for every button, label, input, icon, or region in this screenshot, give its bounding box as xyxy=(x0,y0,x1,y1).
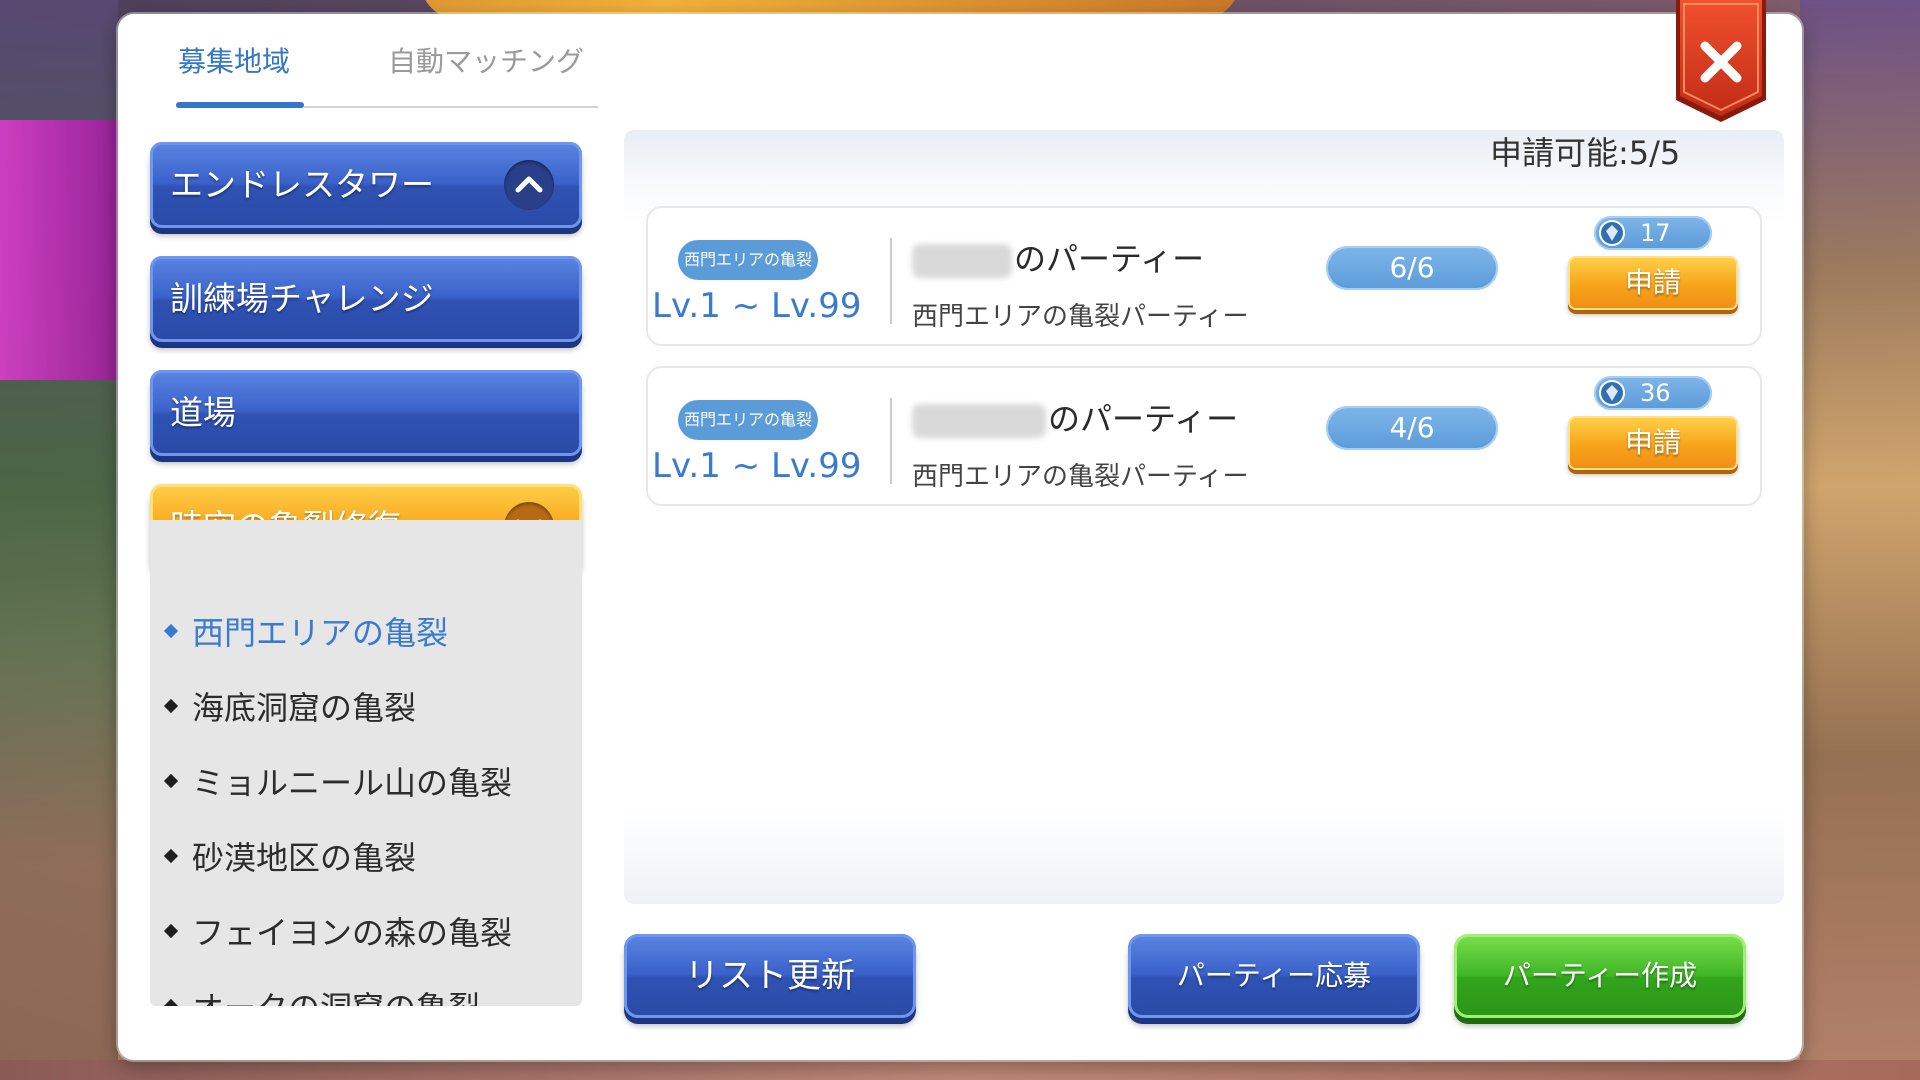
card-divider xyxy=(890,398,892,484)
apply-button[interactable]: 申請 xyxy=(1568,416,1738,470)
bullet-icon xyxy=(163,998,179,1006)
party-leader-name: のパーティー xyxy=(912,234,1204,280)
tab-recruit-area[interactable]: 募集地域 xyxy=(178,40,290,80)
sub-item-label: 海底洞窟の亀裂 xyxy=(192,689,417,727)
party-description: 西門エリアの亀裂パーティー xyxy=(912,462,1249,492)
leader-suffix: のパーティー xyxy=(1048,400,1239,438)
apply-count: 申請可能:5/5 xyxy=(1490,134,1681,172)
sub-item-list[interactable]: 西門エリアの亀裂 海底洞窟の亀裂 ミョルニール山の亀裂 砂漠地区の亀裂 フェイヨ… xyxy=(150,520,582,1006)
sub-item-undersea-cave[interactable]: 海底洞窟の亀裂 xyxy=(163,683,416,727)
power-badge: 17 xyxy=(1594,216,1712,250)
apply-button[interactable]: 申請 xyxy=(1568,256,1738,310)
sub-item-mjolnir[interactable]: ミョルニール山の亀裂 xyxy=(163,758,512,802)
category-label: 訓練場チャレンジ xyxy=(170,279,434,318)
power-value: 36 xyxy=(1640,379,1671,407)
blurred-leader-name xyxy=(912,244,1012,278)
bullet-icon xyxy=(163,623,179,639)
category-training-challenge[interactable]: 訓練場チャレンジ xyxy=(150,256,582,342)
bullet-icon xyxy=(163,848,179,864)
sub-item-label: オークの洞窟の亀裂 xyxy=(192,989,480,1006)
party-description: 西門エリアの亀裂パーティー xyxy=(912,302,1249,332)
sub-item-label: 西門エリアの亀裂 xyxy=(192,614,449,652)
blurred-leader-name xyxy=(912,404,1046,438)
party-join-button[interactable]: パーティー応募 xyxy=(1128,934,1420,1018)
refresh-list-button[interactable]: リスト更新 xyxy=(624,934,916,1018)
chevron-up-icon xyxy=(504,160,554,210)
bullet-icon xyxy=(163,698,179,714)
category-label: エンドレスタワー xyxy=(170,165,434,204)
sub-item-payon-forest[interactable]: フェイヨンの森の亀裂 xyxy=(163,908,512,952)
power-badge: 36 xyxy=(1594,376,1712,410)
bullet-icon xyxy=(163,923,179,939)
tab-auto-matching[interactable]: 自動マッチング xyxy=(388,40,584,80)
gem-icon xyxy=(1599,220,1625,246)
area-tag: 西門エリアの亀裂 xyxy=(678,240,818,280)
bullet-icon xyxy=(163,773,179,789)
power-value: 17 xyxy=(1640,219,1671,247)
level-range: Lv.1 ~ Lv.99 xyxy=(652,446,862,486)
area-tag: 西門エリアの亀裂 xyxy=(678,400,818,440)
category-dojo[interactable]: 道場 xyxy=(150,370,582,456)
background-right-scene xyxy=(1800,0,1920,1080)
gem-icon xyxy=(1599,380,1625,406)
sub-item-label: ミョルニール山の亀裂 xyxy=(192,764,513,802)
party-create-button[interactable]: パーティー作成 xyxy=(1454,934,1746,1018)
category-endless-tower[interactable]: エンドレスタワー xyxy=(150,142,582,228)
sub-item-desert[interactable]: 砂漠地区の亀裂 xyxy=(163,833,416,877)
sub-item-orc-cave[interactable]: オークの洞窟の亀裂 xyxy=(163,983,480,1006)
member-count: 6/6 xyxy=(1326,246,1498,290)
sub-item-label: フェイヨンの森の亀裂 xyxy=(192,914,513,952)
close-button[interactable] xyxy=(1672,0,1770,124)
leader-suffix: のパーティー xyxy=(1014,240,1205,278)
background-pink-pipe xyxy=(0,120,120,380)
sub-item-label: 砂漠地区の亀裂 xyxy=(192,839,417,877)
card-divider xyxy=(890,238,892,324)
sub-item-west-gate[interactable]: 西門エリアの亀裂 xyxy=(163,608,448,652)
background-bottom-strip xyxy=(0,1060,1920,1080)
close-icon xyxy=(1676,0,1766,122)
level-range: Lv.1 ~ Lv.99 xyxy=(652,286,862,326)
tab-active-indicator xyxy=(176,102,304,108)
party-card[interactable]: 西門エリアの亀裂 Lv.1 ~ Lv.99 のパーティー 西門エリアの亀裂パーテ… xyxy=(646,206,1762,346)
member-count: 4/6 xyxy=(1326,406,1498,450)
category-label: 道場 xyxy=(170,393,236,432)
party-leader-name: のパーティー xyxy=(912,394,1238,440)
party-card[interactable]: 西門エリアの亀裂 Lv.1 ~ Lv.99 のパーティー 西門エリアの亀裂パーテ… xyxy=(646,366,1762,506)
